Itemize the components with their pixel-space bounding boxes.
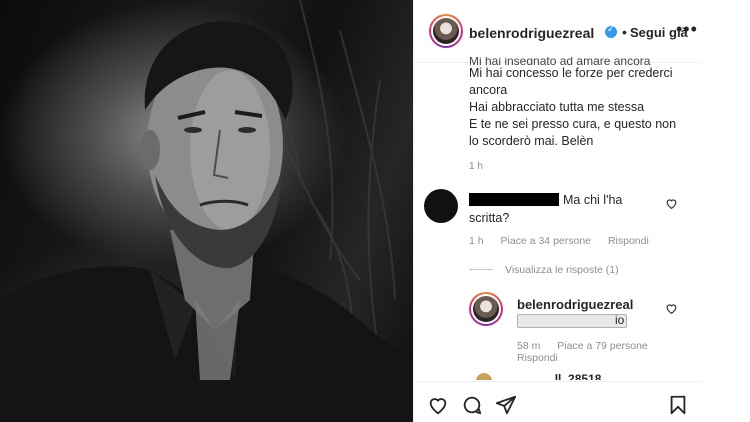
verified-badge-icon [605, 25, 617, 38]
reply-reply-button[interactable]: Rispondi [517, 352, 558, 364]
commenter-avatar[interactable] [424, 189, 458, 223]
caption-line: Mi hai concesso le forze per crederci [469, 66, 673, 80]
share-icon[interactable] [495, 394, 517, 416]
comment-icon[interactable] [461, 394, 483, 416]
caption-line: E te ne sei presso cura, e questo non [469, 117, 677, 131]
reply-username[interactable]: belenrodriguezreal [517, 297, 633, 312]
caption-line: lo scorderò mai. Belèn [469, 134, 594, 148]
mention-suffix: io [615, 313, 625, 327]
next-commenter-avatar[interactable] [476, 373, 492, 380]
reply-likes[interactable]: Piace a 79 persone [557, 340, 647, 352]
post-photo[interactable] [0, 0, 413, 422]
comment-text: scritta? [469, 211, 510, 225]
comment-text: Ma chi l'ha [563, 193, 623, 207]
next-comment-peek: _ _ _ _ _ll_28518 [476, 372, 676, 380]
next-comment-username[interactable]: _ _ _ _ _ll_28518 [508, 372, 601, 380]
view-replies-button[interactable]: Visualizza le risposte (1) [505, 264, 619, 276]
author-username[interactable]: belenrodriguezreal [469, 25, 594, 41]
redacted-username [469, 193, 559, 206]
post-details-panel: belenrodriguezreal • Segui già ••• Mi ha… [413, 0, 702, 422]
reply-author-avatar[interactable] [469, 292, 503, 326]
post-header: belenrodriguezreal • Segui già ••• [414, 0, 702, 63]
action-bar [414, 381, 702, 422]
heart-icon[interactable] [427, 394, 449, 416]
caption-line: Hai abbracciato tutta me stessa [469, 100, 645, 114]
reply-button[interactable]: Rispondi [608, 235, 649, 247]
caption-line: ancora [469, 83, 508, 97]
comment-like-heart-icon[interactable] [665, 197, 678, 210]
replies-divider [469, 269, 493, 270]
author-avatar[interactable] [429, 14, 463, 48]
page-background [701, 0, 750, 422]
caption-line: Mi hai insegnato ad amare ancora [469, 57, 651, 65]
reply-meta: 58 m Piace a 79 persone [517, 340, 662, 352]
comment-timestamp[interactable]: 1 h [469, 235, 484, 247]
caption-text: Mi hai insegnato ad amare ancora Mi hai … [469, 57, 689, 150]
reply-like-heart-icon[interactable] [665, 302, 678, 315]
bookmark-icon[interactable] [667, 394, 689, 416]
reply-timestamp[interactable]: 58 m [517, 340, 540, 352]
portrait-illustration [0, 0, 413, 422]
separator-dot: • [622, 24, 627, 40]
more-icon[interactable]: ••• [676, 19, 698, 40]
comment-likes[interactable]: Piace a 34 persone [501, 235, 591, 247]
redacted-mention[interactable] [517, 314, 627, 328]
comment-meta: 1 h Piace a 34 persone Rispondi [469, 235, 663, 247]
caption-timestamp[interactable]: 1 h [469, 161, 483, 172]
